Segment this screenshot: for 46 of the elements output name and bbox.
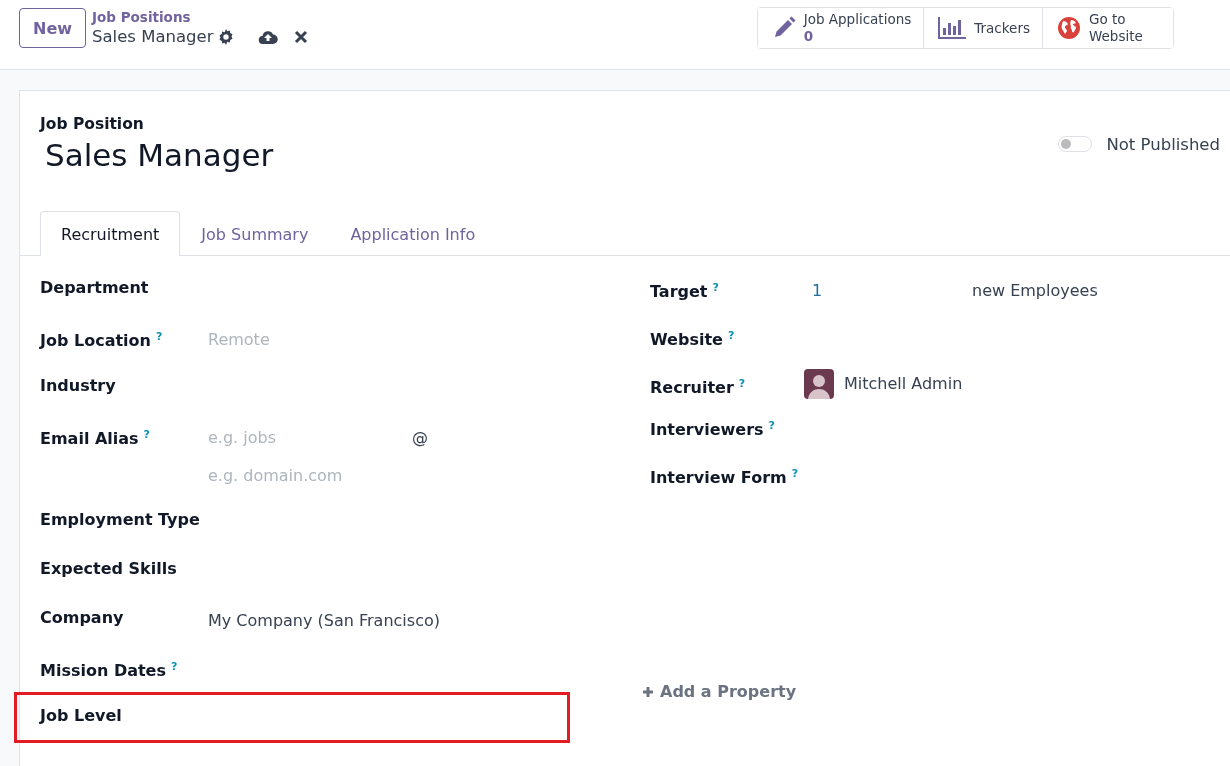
help-tooltip[interactable]: ? <box>768 419 775 432</box>
publish-status: Not Published <box>1106 134 1220 154</box>
avatar-silhouette <box>804 369 834 399</box>
new-button[interactable]: New <box>19 8 87 48</box>
field-label: Company <box>40 608 124 627</box>
field-label: Website <box>650 330 723 350</box>
smart-button[interactable]: Job Applications 0 <box>757 8 925 48</box>
plus-icon <box>642 685 654 698</box>
at-sign: @ <box>412 428 428 448</box>
field-label: Recruiter <box>650 378 734 398</box>
field-label: Expected Skills <box>40 559 177 578</box>
field-label: Email Alias <box>40 429 139 449</box>
help-tooltip[interactable]: ? <box>155 330 163 343</box>
field-label: Mission Dates <box>40 661 166 681</box>
settings-icon[interactable] <box>217 28 234 45</box>
field-label: Interview Form <box>650 468 787 488</box>
cloud-upload-icon[interactable] <box>257 28 278 45</box>
publish-toggle[interactable] <box>1058 136 1093 152</box>
field-label: Target <box>650 282 708 302</box>
field-label: Job Level <box>40 706 122 725</box>
field-label: Department <box>40 278 149 297</box>
input-field[interactable]: Mitchell Admin <box>844 374 963 394</box>
field-label: Industry <box>40 376 116 395</box>
help-tooltip[interactable]: ? <box>171 660 178 673</box>
field-label: Job Position <box>40 115 145 133</box>
input-field[interactable]: My Company (San Francisco) <box>208 611 440 631</box>
record-title[interactable]: Sales Manager <box>45 137 274 173</box>
help-tooltip[interactable]: ? <box>791 467 799 480</box>
globe-icon <box>1057 16 1081 40</box>
field-label: Job Location <box>40 331 151 351</box>
help-tooltip[interactable]: ? <box>143 428 150 441</box>
input-field[interactable]: 1 <box>812 281 972 301</box>
help-tooltip[interactable]: ? <box>738 377 746 390</box>
help-tooltip[interactable]: ? <box>727 329 735 342</box>
help-tooltip[interactable]: ? <box>712 281 719 294</box>
breadcrumb-link[interactable]: Job Positions <box>92 8 308 27</box>
field-label: Interviewers <box>650 420 764 440</box>
field-label: Employment Type <box>40 510 200 529</box>
bar-chart-icon <box>938 17 967 39</box>
tab[interactable]: Application Info <box>329 211 497 256</box>
record-name: Sales Manager <box>92 27 214 46</box>
tab[interactable]: Job Summary <box>180 211 330 256</box>
unit-label: new Employees <box>972 281 1098 301</box>
add-property-button[interactable]: Add a Property <box>642 682 797 701</box>
discard-icon[interactable] <box>293 29 308 44</box>
tab[interactable]: Recruitment <box>40 211 181 256</box>
